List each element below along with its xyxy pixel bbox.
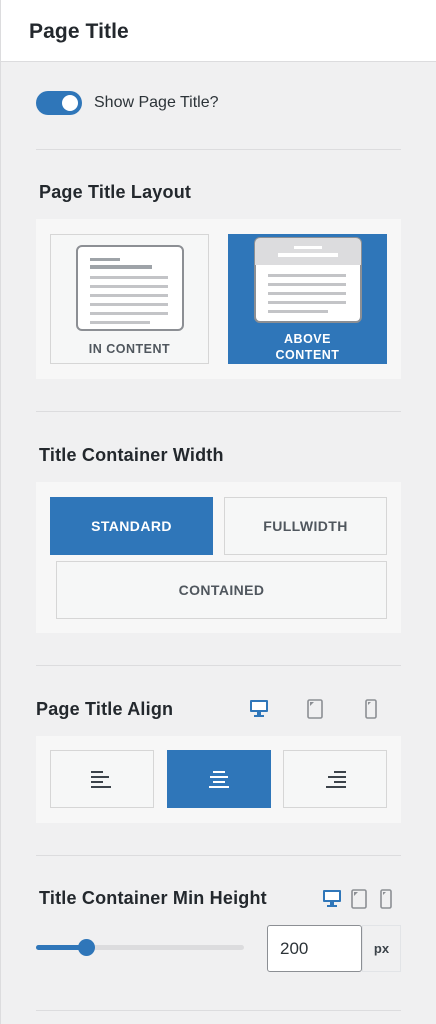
- align-section-title: Page Title Align: [36, 699, 174, 719]
- align-right-icon: [326, 771, 346, 788]
- in-content-layout-icon: [76, 245, 184, 331]
- width-standard-option[interactable]: STANDARD: [50, 497, 213, 555]
- page-title-settings-panel: Page Title Show Page Title? Page Title L…: [0, 0, 436, 1024]
- tablet-icon[interactable]: [351, 889, 367, 909]
- panel-title: Page Title: [29, 20, 129, 43]
- container-width-options-box: STANDARD FULLWIDTH CONTAINED: [36, 482, 401, 633]
- divider: [36, 665, 401, 666]
- container-width-section-title: Title Container Width: [39, 445, 224, 465]
- layout-in-content-option[interactable]: IN CONTENT: [50, 234, 209, 364]
- toggle-knob: [62, 95, 78, 111]
- align-center-icon: [209, 771, 229, 788]
- layout-above-content-label: ABOVE CONTENT: [275, 332, 340, 362]
- show-page-title-row: Show Page Title?: [36, 88, 219, 118]
- mobile-icon[interactable]: [365, 699, 377, 719]
- tablet-icon[interactable]: [307, 699, 323, 719]
- layout-in-content-label: IN CONTENT: [88, 342, 171, 356]
- width-contained-option[interactable]: CONTAINED: [56, 561, 387, 619]
- divider: [36, 855, 401, 856]
- mobile-icon[interactable]: [380, 889, 392, 909]
- divider: [36, 149, 401, 150]
- layout-options-box: IN CONTENT ABOVE CONTENT: [36, 219, 401, 379]
- min-height-slider[interactable]: [36, 939, 244, 956]
- unit-selector[interactable]: px: [362, 925, 401, 972]
- align-center-option[interactable]: [167, 750, 271, 808]
- slider-thumb[interactable]: [77, 939, 95, 956]
- divider: [36, 1010, 401, 1011]
- desktop-icon[interactable]: [322, 889, 342, 908]
- panel-header: Page Title: [1, 0, 436, 62]
- desktop-icon[interactable]: [249, 699, 269, 718]
- align-right-option[interactable]: [283, 750, 387, 808]
- min-height-section-title: Title Container Min Height: [39, 888, 267, 908]
- divider: [36, 411, 401, 412]
- align-left-icon: [91, 771, 111, 788]
- show-page-title-label: Show Page Title?: [94, 94, 219, 111]
- layout-above-content-option[interactable]: ABOVE CONTENT: [228, 234, 387, 364]
- align-left-option[interactable]: [50, 750, 154, 808]
- layout-section-title: Page Title Layout: [39, 182, 192, 202]
- show-page-title-toggle[interactable]: [36, 91, 82, 115]
- above-content-layout-icon: [254, 237, 362, 323]
- width-fullwidth-option[interactable]: FULLWIDTH: [224, 497, 387, 555]
- align-options-box: [36, 736, 401, 823]
- min-height-input[interactable]: [267, 925, 362, 972]
